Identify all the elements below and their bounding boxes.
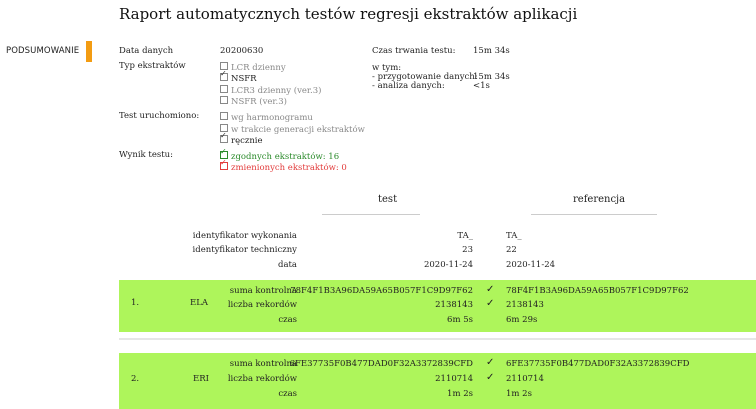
- meta-test-date: 2020-11-24: [423, 260, 473, 270]
- typ-option-lcr[interactable]: LCR dzienny: [220, 62, 286, 73]
- row-separator: [119, 338, 756, 340]
- nav-item-summary[interactable]: PODSUMOWANIE: [6, 46, 79, 56]
- test-uruchomiono-label: Test uruchomiono:: [119, 111, 200, 121]
- typ-option-nsfr3[interactable]: NSFR (ver.3): [220, 96, 287, 107]
- checkbox-icon: [220, 112, 228, 120]
- extract-name: ELA: [190, 298, 208, 308]
- checkbox-icon: [220, 85, 228, 93]
- meta-label-tech-id: identyfikator techniczny: [192, 245, 297, 255]
- data-danych-value: 20200630: [220, 46, 264, 56]
- checksum-label: suma kontrolna: [229, 359, 297, 369]
- checkbox-checked-icon: [220, 69, 228, 81]
- extract-number: 1.: [131, 298, 140, 308]
- match-check-icon: ✓: [486, 298, 495, 309]
- typ-option-lcr3[interactable]: LCR3 dzienny (ver.3): [220, 85, 321, 96]
- uruch-option-generacja[interactable]: w trakcie generacji ekstraktów: [220, 124, 365, 135]
- checksum-test: 6FE37735F0B477DAD0F32A3372839CFD: [289, 359, 473, 369]
- meta-test-tech-id: 23: [462, 245, 473, 255]
- checksum-test: 78F4F1B3A96DA59A65B057F1C9D97F62: [290, 286, 473, 296]
- meta-label-run-id: identyfikator wykonania: [192, 231, 297, 241]
- record-count-ref: 2110714: [506, 374, 544, 384]
- typ-ekstraktow-label: Typ ekstraktów: [119, 61, 186, 71]
- match-check-icon: ✓: [486, 372, 495, 383]
- wynik-testu-label: Wynik testu:: [119, 150, 173, 160]
- record-count-ref: 2138143: [506, 300, 544, 310]
- record-count-label: liczba rekordów: [227, 374, 297, 384]
- uruch-option-harmonogram[interactable]: wg harmonogramu: [220, 112, 313, 123]
- match-check-icon: ✓: [486, 284, 495, 295]
- extract-number: 2.: [131, 374, 140, 384]
- time-ref: 6m 29s: [506, 315, 538, 325]
- test-header-underline: [322, 214, 420, 215]
- meta-ref-run-id: TA_: [506, 231, 522, 241]
- checkbox-icon: [220, 96, 228, 104]
- time-test: 1m 2s: [447, 389, 473, 399]
- czas-trwania-label: Czas trwania testu:: [372, 46, 456, 56]
- uruch-option-recznie[interactable]: ręcznie: [220, 131, 263, 146]
- checksum-ref: 78F4F1B3A96DA59A65B057F1C9D97F62: [506, 286, 689, 296]
- page-title: Raport automatycznych testów regresji ek…: [119, 5, 578, 23]
- data-danych-label: Data danych: [119, 46, 174, 56]
- extract-name: ERI: [193, 374, 209, 384]
- checkbox-checked-icon: [220, 158, 228, 170]
- time-test: 6m 5s: [447, 315, 473, 325]
- record-count-test: 2110714: [435, 374, 473, 384]
- time-ref: 1m 2s: [506, 389, 532, 399]
- test-column-header: test: [378, 194, 398, 205]
- meta-label-date: data: [278, 260, 297, 270]
- meta-ref-tech-id: 22: [506, 245, 517, 255]
- wynik-ok: zgodnych ekstraktów: 16: [220, 147, 339, 162]
- czas-trwania-value: 15m 34s: [473, 46, 510, 56]
- ref-header-underline: [531, 214, 657, 215]
- checksum-ref: 6FE37735F0B477DAD0F32A3372839CFD: [506, 359, 690, 369]
- record-count-test: 2138143: [435, 300, 473, 310]
- match-check-icon: ✓: [486, 357, 495, 368]
- meta-ref-date: 2020-11-24: [506, 260, 556, 270]
- checkbox-checked-icon: [220, 131, 228, 143]
- time-label: czas: [278, 315, 297, 325]
- nav-active-indicator: [86, 41, 92, 62]
- analiza-label: - analiza danych:: [372, 81, 445, 91]
- meta-test-run-id: TA_: [457, 231, 473, 241]
- analiza-value: <1s: [473, 81, 490, 91]
- wynik-changed: zmienionych ekstraktów: 0: [220, 158, 347, 173]
- typ-option-nsfr[interactable]: NSFR: [220, 69, 257, 84]
- checksum-label: suma kontrolna: [229, 286, 297, 296]
- time-label: czas: [278, 389, 297, 399]
- record-count-label: liczba rekordów: [227, 300, 297, 310]
- ref-column-header: referencja: [573, 194, 626, 205]
